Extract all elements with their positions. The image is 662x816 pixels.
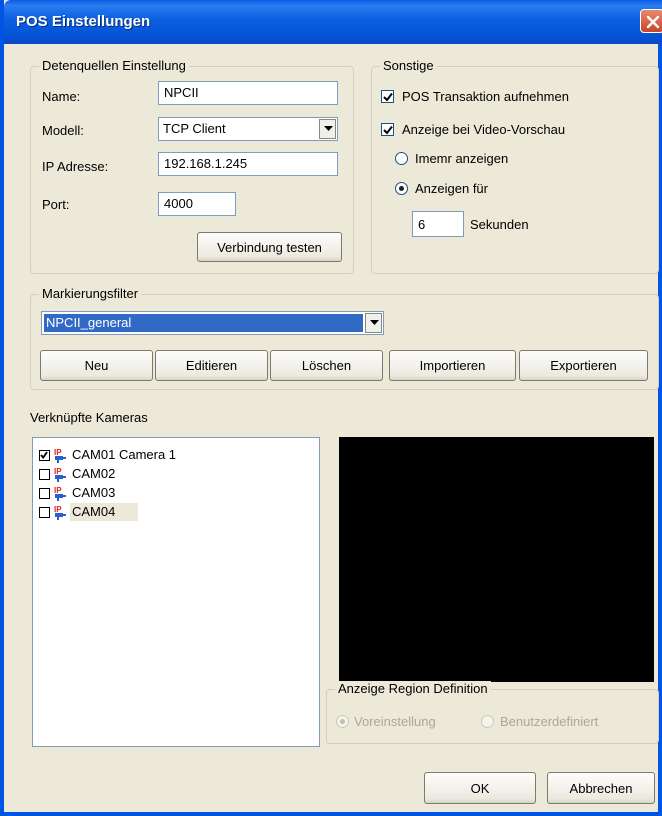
linked-cameras-label: Verknüpfte Kameras xyxy=(30,410,148,425)
ip-camera-icon: IP xyxy=(54,467,66,482)
test-connection-button[interactable]: Verbindung testen xyxy=(197,232,342,262)
always-show-radio[interactable] xyxy=(395,152,408,165)
import-filter-button[interactable]: Importieren xyxy=(389,350,516,381)
svg-text:IP: IP xyxy=(54,486,62,495)
close-icon xyxy=(646,15,660,29)
ip-label: IP Adresse: xyxy=(42,159,109,174)
pos-settings-window: POS Einstellungen Detenquellen Einstellu… xyxy=(0,0,662,816)
camera-tree-item[interactable]: IP CAM04 xyxy=(39,503,299,521)
port-field[interactable]: 4000 xyxy=(158,192,236,216)
dialog-content: Detenquellen Einstellung Name: NPCII Mod… xyxy=(4,44,662,816)
new-filter-button[interactable]: Neu xyxy=(40,350,153,381)
pos-transaction-label: POS Transaktion aufnehmen xyxy=(402,89,569,104)
camera-checkbox[interactable] xyxy=(39,450,50,461)
camera-name: CAM02 xyxy=(72,466,116,481)
checkmark-icon xyxy=(40,451,48,459)
checkmark-icon xyxy=(383,125,393,135)
camera-name: CAM01 Camera 1 xyxy=(72,447,177,462)
camera-tree[interactable]: IP CAM01 Camera 1 IP CAM02 IP CAM03 IP C… xyxy=(32,437,320,747)
edit-filter-button[interactable]: Editieren xyxy=(155,350,268,381)
cancel-button[interactable]: Abbrechen xyxy=(547,772,655,804)
region-definition-group-label: Anzeige Region Definition xyxy=(335,681,491,697)
camera-name: CAM04 xyxy=(70,503,138,521)
show-for-label: Anzeigen für xyxy=(415,181,488,196)
pos-transaction-checkbox[interactable] xyxy=(381,90,394,103)
camera-checkbox[interactable] xyxy=(39,469,50,480)
model-label: Modell: xyxy=(42,123,84,138)
ip-address-field[interactable]: 192.168.1.245 xyxy=(158,152,338,176)
radio-dot xyxy=(340,719,345,724)
custom-region-label: Benutzerdefiniert xyxy=(500,714,599,729)
svg-text:IP: IP xyxy=(54,448,62,457)
ip-camera-icon: IP xyxy=(54,505,66,520)
marker-filter-dropdown-button[interactable] xyxy=(365,313,382,333)
video-preview xyxy=(339,437,654,682)
ip-camera-icon: IP xyxy=(54,486,66,501)
camera-checkbox[interactable] xyxy=(39,488,50,499)
svg-text:IP: IP xyxy=(54,467,62,476)
name-field[interactable]: NPCII xyxy=(158,81,338,105)
datasource-group-label: Detenquellen Einstellung xyxy=(39,58,189,74)
default-region-label: Voreinstellung xyxy=(354,714,436,729)
marker-filter-value: NPCII_general xyxy=(44,314,363,332)
svg-text:IP: IP xyxy=(54,505,62,514)
video-preview-checkbox[interactable] xyxy=(381,123,394,136)
marker-filter-group-label: Markierungsfilter xyxy=(39,286,142,302)
delete-filter-button[interactable]: Löschen xyxy=(270,350,383,381)
show-for-radio[interactable] xyxy=(395,182,408,195)
model-select[interactable]: TCP Client xyxy=(158,117,338,141)
custom-region-radio[interactable] xyxy=(481,715,494,728)
model-select-value: TCP Client xyxy=(163,121,226,136)
seconds-label: Sekunden xyxy=(470,217,529,232)
marker-filter-select[interactable]: NPCII_general xyxy=(41,311,384,335)
other-settings-group-label: Sonstige xyxy=(380,58,437,74)
camera-tree-item[interactable]: IP CAM03 xyxy=(39,484,299,502)
export-filter-button[interactable]: Exportieren xyxy=(519,350,648,381)
seconds-field[interactable]: 6 xyxy=(412,211,464,237)
camera-tree-item[interactable]: IP CAM02 xyxy=(39,465,299,483)
name-label: Name: xyxy=(42,89,81,104)
default-region-radio[interactable] xyxy=(336,715,349,728)
model-dropdown-button[interactable] xyxy=(319,119,336,139)
title-bar[interactable]: POS Einstellungen xyxy=(4,0,662,44)
radio-dot xyxy=(399,186,404,191)
camera-name: CAM03 xyxy=(72,485,116,500)
ip-camera-icon: IP xyxy=(54,448,66,463)
close-button[interactable] xyxy=(640,9,662,33)
port-label: Port: xyxy=(42,197,70,212)
camera-tree-item[interactable]: IP CAM01 Camera 1 xyxy=(39,446,299,464)
always-show-label: Imemr anzeigen xyxy=(415,151,509,166)
checkmark-icon xyxy=(383,92,393,102)
camera-checkbox[interactable] xyxy=(39,507,50,518)
chevron-down-icon xyxy=(324,126,333,131)
window-title: POS Einstellungen xyxy=(16,13,151,30)
video-preview-label: Anzeige bei Video-Vorschau xyxy=(402,122,566,137)
chevron-down-icon xyxy=(370,320,379,325)
ok-button[interactable]: OK xyxy=(424,772,536,804)
